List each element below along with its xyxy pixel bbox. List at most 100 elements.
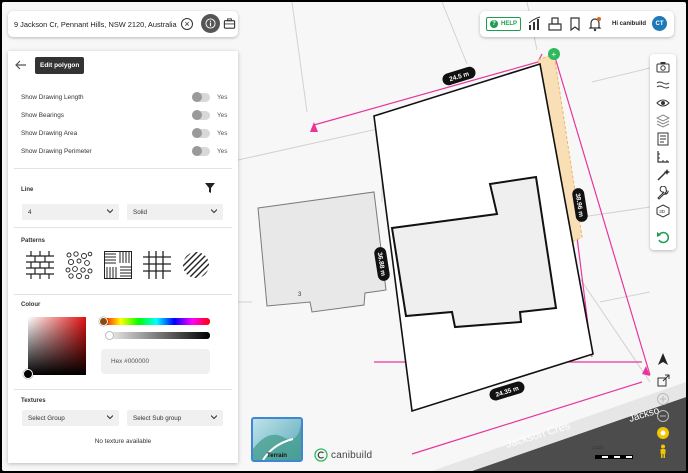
map-controls <box>650 348 676 463</box>
toggle-knob <box>192 92 202 102</box>
hue-slider-handle[interactable] <box>99 317 108 326</box>
zoom-in-icon[interactable] <box>656 392 670 406</box>
pattern-grid[interactable] <box>143 251 171 279</box>
colour-section-title: Colour <box>21 302 41 308</box>
hue-slider[interactable] <box>103 318 210 325</box>
patterns-section-title: Patterns <box>21 238 46 244</box>
no-texture-message: No texture available <box>94 438 152 445</box>
toggle-value: Yes <box>217 94 228 101</box>
line-width-value: 4 <box>28 208 32 216</box>
share-icon[interactable] <box>656 374 670 388</box>
hex-colour-input[interactable]: Hex #000000 <box>101 349 210 374</box>
toggle-value: Yes <box>217 130 228 137</box>
undo-icon[interactable] <box>656 230 670 244</box>
toggle-row-drawing-perimeter: Show Drawing Perimeter Yes <box>21 146 231 157</box>
pattern-brick[interactable] <box>26 251 54 279</box>
bell-icon[interactable] <box>587 16 603 32</box>
toggle-value: Yes <box>217 148 228 155</box>
user-greeting[interactable]: Hi canibuild <box>612 21 646 27</box>
info-button[interactable] <box>201 14 220 33</box>
user-avatar[interactable]: CT <box>652 16 667 31</box>
briefcase-icon[interactable] <box>223 17 236 30</box>
help-icon: ? <box>489 20 498 28</box>
toggle-label: Show Drawing Perimeter <box>21 148 92 155</box>
terrain-label: Terrain <box>267 453 287 459</box>
terrain-layer-button[interactable]: Terrain <box>251 417 303 462</box>
app-frame: Jackson Cres Jackso + 3 24.5 m 38.96 m 3… <box>2 2 686 471</box>
measure-icon[interactable] <box>656 150 670 164</box>
address-search-input[interactable] <box>14 19 179 29</box>
toggle-row-drawing-area: Show Drawing Area Yes <box>21 128 231 139</box>
chevron-down-icon <box>211 415 217 420</box>
toggle-drawing-area[interactable] <box>192 128 210 138</box>
colour-picker-handle[interactable] <box>23 369 33 379</box>
toggle-drawing-length[interactable] <box>192 92 210 102</box>
info-icon <box>205 18 216 29</box>
pattern-parquet[interactable] <box>104 251 132 279</box>
right-toolbar: 3D <box>650 54 676 250</box>
map-scale-label: 1:220 <box>592 445 604 450</box>
alpha-slider-handle[interactable] <box>105 331 114 340</box>
camera-icon[interactable] <box>656 60 670 74</box>
toggle-value: Yes <box>217 112 228 119</box>
toggle-bearings[interactable] <box>192 110 210 120</box>
line-width-select[interactable]: 4 <box>22 204 119 220</box>
alpha-slider[interactable] <box>108 332 210 339</box>
divider <box>14 389 232 390</box>
toggle-row-bearings: Show Bearings Yes <box>21 110 231 121</box>
chevron-down-icon <box>211 209 217 214</box>
line-section-title: Line <box>21 187 34 193</box>
divider <box>14 294 232 295</box>
magic-wand-icon[interactable] <box>656 168 670 182</box>
street-view-person-icon[interactable] <box>656 444 670 458</box>
filter-icon[interactable] <box>205 183 215 193</box>
canibuild-logo-icon <box>314 448 328 462</box>
brand-logo: canibuild <box>314 448 372 462</box>
zoom-out-icon[interactable] <box>656 409 670 423</box>
pattern-gravel[interactable] <box>65 251 93 279</box>
toggle-label: Show Drawing Length <box>21 94 84 101</box>
neighbour-building <box>257 191 387 313</box>
dimension-label-top: 24.5 m <box>442 66 476 86</box>
back-arrow-icon[interactable] <box>14 59 28 71</box>
colour-saturation-picker[interactable] <box>28 317 86 375</box>
toggle-row-drawing-length: Show Drawing Length Yes <box>21 92 231 103</box>
document-icon[interactable] <box>656 132 670 146</box>
texture-subgroup-value: Select Sub group <box>133 414 182 422</box>
svg-text:3D: 3D <box>659 209 666 214</box>
edit-polygon-panel: Edit polygon Show Drawing Length Yes Sho… <box>8 51 238 463</box>
texture-subgroup-select[interactable]: Select Sub group <box>127 410 223 426</box>
toggle-label: Show Bearings <box>21 112 64 119</box>
divider <box>14 227 232 228</box>
north-arrow-icon[interactable] <box>656 352 670 366</box>
boundary-arrow <box>310 122 318 132</box>
toggle-knob <box>192 128 202 138</box>
toggle-label: Show Drawing Area <box>21 130 78 137</box>
eye-icon[interactable] <box>656 96 670 110</box>
line-style-select[interactable]: Solid <box>127 204 223 220</box>
pattern-diagonal[interactable] <box>182 251 210 279</box>
clear-search-icon[interactable]: × <box>181 18 193 30</box>
location-icon[interactable] <box>656 426 670 440</box>
building-icon[interactable] <box>547 16 563 32</box>
divider <box>14 168 232 169</box>
3d-view-icon[interactable]: 3D <box>656 204 670 218</box>
layers-icon[interactable] <box>656 114 670 128</box>
bookmark-icon[interactable] <box>567 16 583 32</box>
help-label: HELP <box>500 21 517 27</box>
chevron-down-icon <box>107 415 113 420</box>
address-search-bar: × <box>8 11 238 37</box>
chevron-down-icon <box>107 209 113 214</box>
map-scale-bar <box>595 455 633 459</box>
toggle-drawing-perimeter[interactable] <box>192 146 210 156</box>
vertex-handle-plus: + <box>552 50 557 59</box>
top-toolbar: ? HELP Hi canibuild CT <box>480 11 674 37</box>
wrench-icon[interactable] <box>656 186 670 200</box>
waves-icon[interactable] <box>656 78 670 92</box>
line-style-value: Solid <box>133 208 148 216</box>
texture-group-select[interactable]: Select Group <box>22 410 119 426</box>
chart-icon[interactable] <box>527 16 543 32</box>
help-button[interactable]: ? HELP <box>486 17 521 31</box>
toggle-knob <box>192 146 202 156</box>
edit-polygon-title: Edit polygon <box>35 57 85 74</box>
